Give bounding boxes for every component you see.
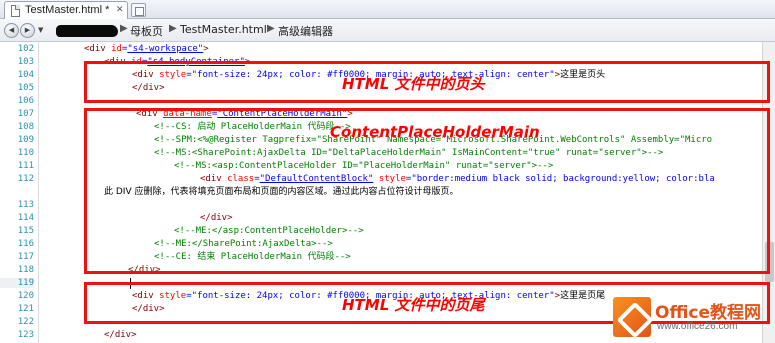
- tab-bar: TestMaster.html * ✕: [0, 0, 775, 20]
- line-number: 111: [17, 161, 34, 171]
- line-number: 122: [17, 317, 34, 327]
- tab-title: TestMaster.html: [25, 4, 103, 16]
- back-arrow-icon[interactable]: ◀: [4, 23, 19, 38]
- line-number: 106: [17, 96, 34, 106]
- line-number: 121: [17, 304, 34, 314]
- footer-annotation: HTML 文件中的页尾: [342, 296, 485, 314]
- close-icon[interactable]: ✕: [116, 5, 124, 15]
- line-number: 113: [17, 200, 34, 210]
- breadcrumb-file[interactable]: TestMaster.html: [180, 23, 267, 36]
- line-number: 105: [17, 83, 34, 93]
- breadcrumb-separator: ▶: [120, 23, 128, 34]
- code-line: </div>: [104, 330, 137, 340]
- line-number-gutter: 102 103 104 105 106 107 108 109 110 111 …: [0, 42, 39, 343]
- breadcrumb-master-pages[interactable]: 母板页: [130, 23, 163, 39]
- breadcrumb-advanced-editor[interactable]: 高级编辑器: [278, 23, 333, 39]
- redacted-site-name: [56, 25, 118, 37]
- line-number: 117: [17, 252, 34, 262]
- line-number: 104: [17, 70, 34, 80]
- watermark-title: Office教程网: [655, 303, 762, 323]
- line-number: 108: [17, 122, 34, 132]
- site-watermark: Office教程网 www.office26.com: [613, 297, 771, 341]
- watermark-url: www.office26.com: [657, 321, 738, 332]
- chevron-down-icon[interactable]: ▼: [38, 26, 43, 34]
- content-annotation: ContentPlaceHolderMain: [330, 123, 540, 141]
- line-number: 102: [17, 44, 34, 54]
- line-number: 114: [17, 213, 34, 223]
- line-number: 115: [17, 226, 34, 236]
- line-number: 123: [17, 330, 34, 340]
- forward-arrow-icon[interactable]: ▶: [20, 23, 35, 38]
- office-logo-icon: [613, 297, 651, 337]
- new-tab-button[interactable]: [131, 3, 146, 17]
- code-line: <div id="s4-workspace">: [84, 44, 209, 54]
- line-number: 112: [17, 174, 34, 184]
- tab-testmaster[interactable]: TestMaster.html * ✕: [4, 1, 128, 20]
- line-number: 109: [17, 135, 34, 145]
- line-number: 110: [17, 148, 34, 158]
- breadcrumb-separator: ▶: [169, 23, 177, 34]
- modified-indicator: *: [105, 4, 110, 16]
- line-number: 103: [17, 57, 34, 67]
- breadcrumb: ◀ ▶ ▼ ▶ 母板页 ▶ TestMaster.html ▶ 高级编辑器: [0, 19, 775, 42]
- breadcrumb-separator: ▶: [267, 23, 275, 34]
- line-number: 120: [17, 291, 34, 301]
- header-annotation: HTML 文件中的页头: [342, 75, 485, 93]
- document-icon: [11, 5, 20, 17]
- line-number: 116: [17, 239, 34, 249]
- line-number: 119: [0, 278, 34, 288]
- line-number: 107: [17, 109, 34, 119]
- line-number: 118: [17, 265, 34, 275]
